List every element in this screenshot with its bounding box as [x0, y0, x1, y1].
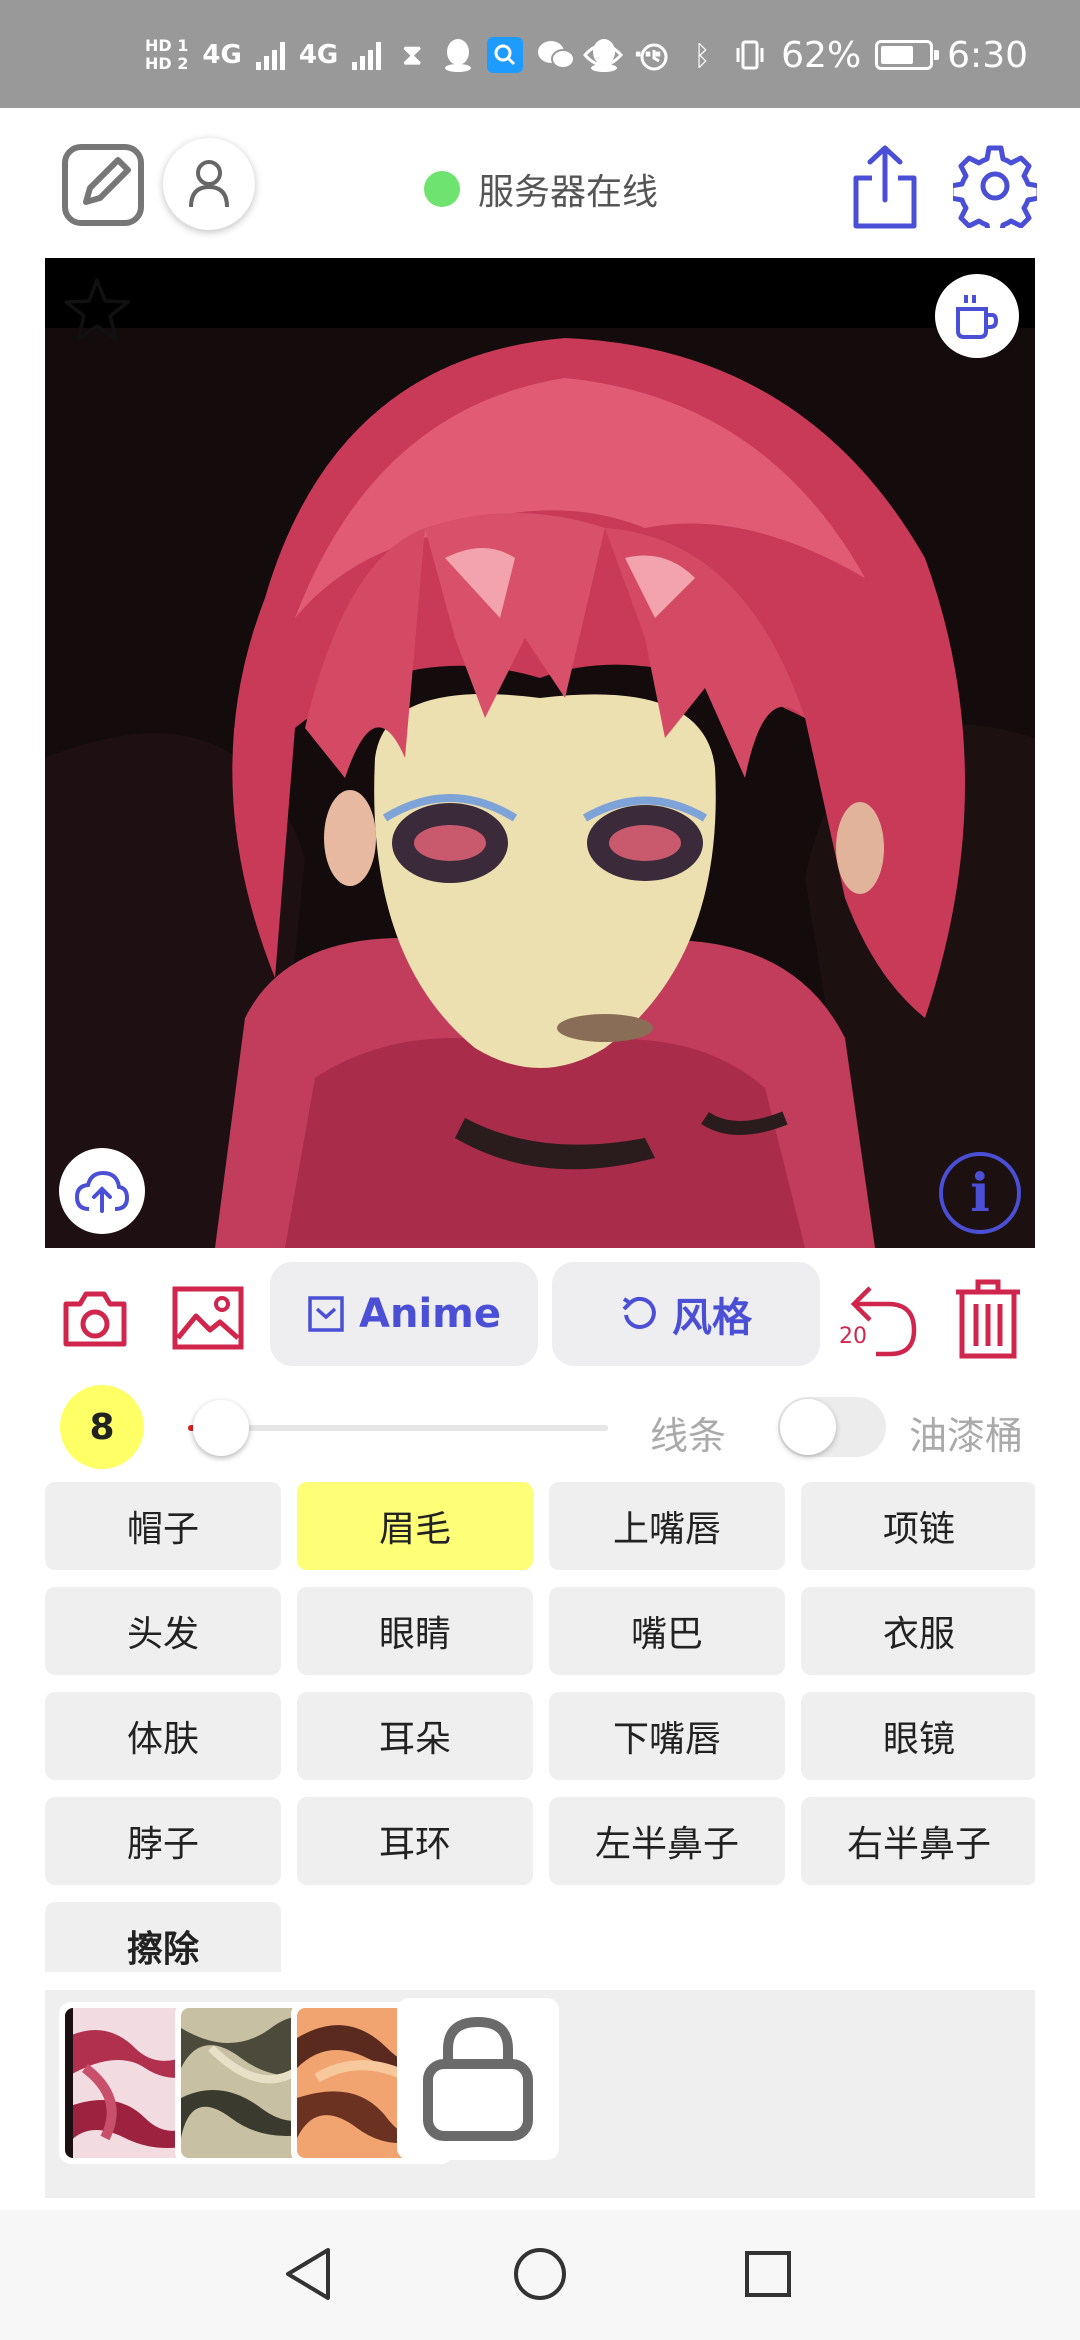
- share-icon[interactable]: [848, 142, 922, 232]
- part-button[interactable]: 上嘴唇: [549, 1482, 785, 1570]
- qq-icon: [445, 39, 472, 72]
- server-status-label: 服务器在线: [478, 172, 659, 213]
- upload-button[interactable]: [59, 1148, 145, 1234]
- anime-label: Anime: [359, 1291, 501, 1337]
- clock: 6:30: [947, 34, 1028, 76]
- network-1-label: 4G: [202, 40, 242, 70]
- online-dot-icon: [424, 171, 460, 207]
- slider-thumb[interactable]: [193, 1400, 250, 1456]
- info-icon[interactable]: i: [939, 1152, 1021, 1234]
- home-icon[interactable]: [512, 2246, 568, 2302]
- star-icon[interactable]: [63, 276, 131, 344]
- undo-count: 20: [839, 1324, 867, 1349]
- signal-2-icon: [352, 40, 382, 70]
- top-bar: 服务器在线: [0, 108, 1080, 258]
- rotate-icon: [622, 1296, 656, 1329]
- hd-indicator: HD 1 HD 2: [145, 37, 188, 73]
- locked-texture[interactable]: [397, 1998, 559, 2160]
- drawing-canvas[interactable]: i: [45, 258, 1035, 1248]
- camera-icon[interactable]: [62, 1286, 128, 1352]
- part-button[interactable]: 左半鼻子: [549, 1797, 785, 1885]
- brush-size-badge[interactable]: 8: [60, 1385, 144, 1469]
- part-button[interactable]: 项链: [801, 1482, 1035, 1570]
- checkbox-icon: [308, 1296, 344, 1332]
- recent-apps-icon[interactable]: [744, 2250, 792, 2298]
- part-button[interactable]: 体肤: [45, 1692, 281, 1780]
- bucket-mode-label[interactable]: 油漆桶: [909, 1405, 1023, 1460]
- part-button[interactable]: 下嘴唇: [549, 1692, 785, 1780]
- part-button[interactable]: 帽子: [45, 1482, 281, 1570]
- hd1-label: HD 1: [145, 36, 189, 55]
- part-button[interactable]: 嘴巴: [549, 1587, 785, 1675]
- hourglass-icon: ⧗: [402, 38, 423, 71]
- eye-icon: [583, 43, 624, 67]
- bluetooth-icon: ᛒ: [693, 38, 711, 72]
- back-icon[interactable]: [282, 2246, 334, 2302]
- trash-icon[interactable]: [952, 1276, 1024, 1362]
- hd2-label: HD 2: [145, 54, 189, 73]
- part-button[interactable]: 擦除: [45, 1902, 281, 1972]
- user-button[interactable]: [163, 138, 255, 230]
- edit-icon[interactable]: [60, 142, 146, 228]
- brush-controls: 8 线条 油漆桶: [0, 1385, 1080, 1485]
- part-button[interactable]: 眼睛: [297, 1587, 533, 1675]
- status-bar: HD 1 HD 2 4G 4G ⧗ ··· ᛒ 62% 6:30: [0, 0, 1080, 108]
- signal-1-icon: [255, 40, 285, 70]
- face-part-grid: 帽子 眉毛 上嘴唇 项链头发 眼睛 嘴巴 衣服体肤 耳朵 下嘴唇 眼镜脖子 耳环 左半鼻子 右半鼻子擦除: [45, 1482, 1035, 1972]
- part-button[interactable]: 头发: [45, 1587, 281, 1675]
- wechat-icon: [538, 41, 576, 69]
- part-button[interactable]: 耳环: [297, 1797, 533, 1885]
- coffee-button[interactable]: [935, 274, 1019, 358]
- undo-icon[interactable]: [836, 1276, 922, 1362]
- vibrate-icon: [736, 40, 764, 70]
- texture-bar: [45, 1990, 1035, 2198]
- status-right: ᛒ 62% 6:30: [583, 30, 1028, 80]
- toggle-knob: [780, 1399, 836, 1455]
- cloud-upload-icon: [75, 1170, 129, 1213]
- coffee-cup-icon: [956, 295, 999, 339]
- part-button[interactable]: 脖子: [45, 1797, 281, 1885]
- part-button[interactable]: 耳朵: [297, 1692, 533, 1780]
- battery-icon: [875, 40, 940, 70]
- style-label: 风格: [672, 1295, 752, 1341]
- part-button[interactable]: 眼镜: [801, 1692, 1035, 1780]
- generated-portrait-image: [45, 258, 1035, 1248]
- part-button[interactable]: 眉毛: [297, 1482, 533, 1570]
- gear-icon[interactable]: [953, 144, 1037, 228]
- part-button[interactable]: 衣服: [801, 1587, 1035, 1675]
- alarm-icon: [640, 43, 668, 71]
- battery-percent: 62%: [781, 34, 862, 76]
- user-icon: [189, 160, 229, 208]
- style-button[interactable]: 风格: [552, 1262, 820, 1366]
- navigation-bar: [0, 2210, 1080, 2340]
- lock-icon: [423, 2016, 533, 2141]
- bucket-toggle[interactable]: [778, 1397, 886, 1457]
- gallery-icon[interactable]: [172, 1286, 244, 1352]
- lines-mode-label[interactable]: 线条: [650, 1405, 726, 1460]
- anime-button[interactable]: Anime: [270, 1262, 538, 1366]
- network-2-label: 4G: [298, 40, 339, 70]
- search-app-icon: [487, 37, 524, 73]
- brush-size-slider[interactable]: [188, 1400, 608, 1456]
- server-status: 服务器在线: [424, 163, 658, 215]
- part-button[interactable]: 右半鼻子: [801, 1797, 1035, 1885]
